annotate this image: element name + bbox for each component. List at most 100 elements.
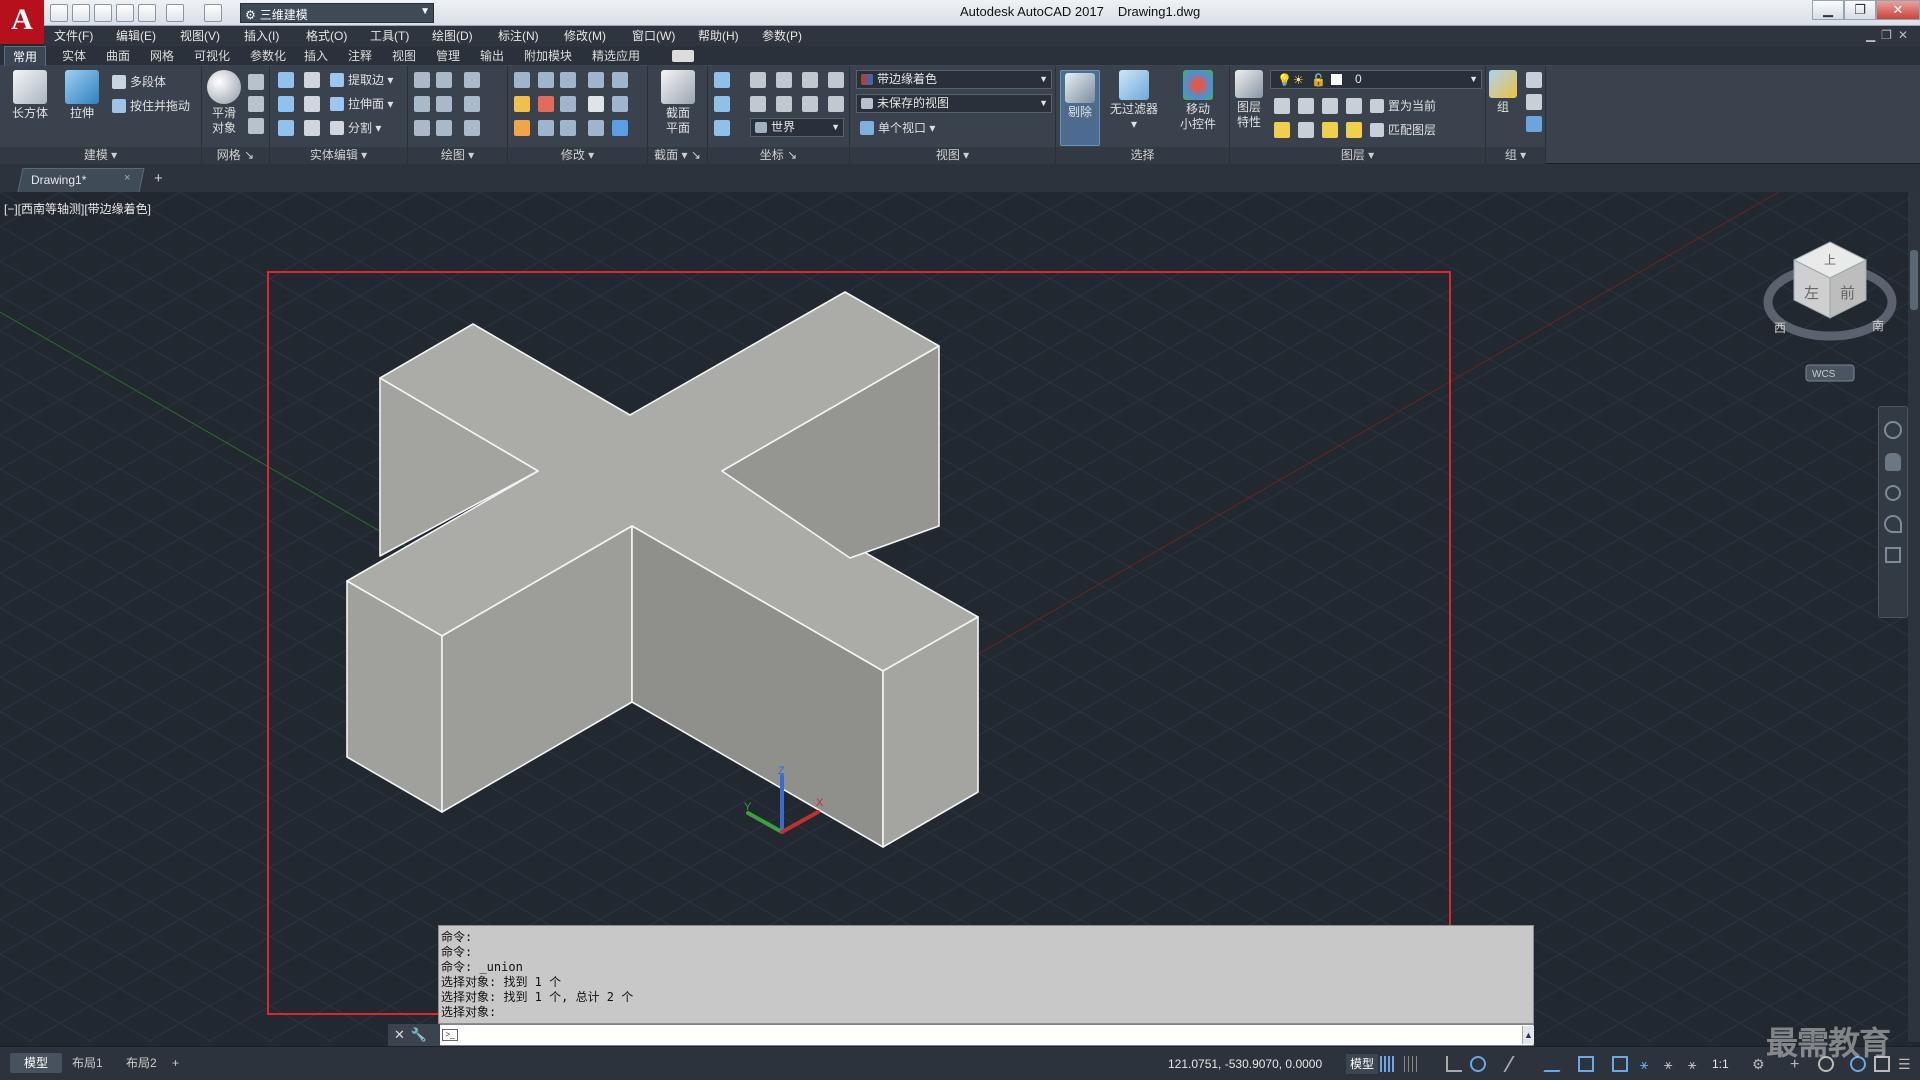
ortho-icon[interactable] bbox=[1446, 1056, 1462, 1072]
tab-output[interactable]: 输出 bbox=[478, 46, 506, 66]
slice-icon[interactable] bbox=[304, 96, 320, 112]
mesh-smooth-more-icon[interactable] bbox=[248, 74, 264, 90]
visual-style-combo[interactable]: 带边缘着色 ▼ bbox=[856, 70, 1052, 89]
panel-title-mesh[interactable]: 网格 ↘ bbox=[202, 147, 269, 164]
menu-draw[interactable]: 绘图(D) bbox=[432, 27, 473, 45]
grid-icon[interactable] bbox=[1380, 1056, 1396, 1072]
tab-surface[interactable]: 曲面 bbox=[104, 46, 132, 66]
new-tab-button[interactable]: + bbox=[154, 170, 163, 187]
menu-edit[interactable]: 编辑(E) bbox=[116, 27, 156, 45]
tab-home[interactable]: 常用 bbox=[4, 46, 47, 66]
snap-icon[interactable] bbox=[1404, 1056, 1420, 1072]
tab-addins[interactable]: 附加模块 bbox=[522, 46, 574, 66]
drawing-viewport[interactable]: Z Y X 上 左 前 西 南 WCS bbox=[0, 192, 1908, 1042]
open-file-icon[interactable] bbox=[72, 4, 90, 22]
mirror-3d-icon[interactable] bbox=[538, 96, 554, 112]
model-space-button[interactable]: 模型 bbox=[1346, 1054, 1379, 1074]
thicken-icon[interactable] bbox=[304, 120, 320, 136]
extrude-button[interactable]: 拉伸 bbox=[58, 70, 106, 121]
otrack-icon[interactable] bbox=[1543, 1056, 1569, 1072]
ucs-origin-icon[interactable] bbox=[776, 72, 792, 88]
dynamic-ucs-icon[interactable]: ⚹ bbox=[1640, 1056, 1656, 1072]
match-layer-button[interactable]: 匹配图层 bbox=[1370, 120, 1436, 140]
offset-icon[interactable] bbox=[560, 96, 576, 112]
chamfer-icon[interactable] bbox=[612, 96, 628, 112]
compass-west-label[interactable]: 西 bbox=[1774, 321, 1786, 335]
group-button[interactable]: 组 bbox=[1486, 70, 1520, 115]
undo-icon[interactable] bbox=[166, 4, 184, 22]
layer-combo[interactable]: 💡 ☀ 🔓 0 ▼ bbox=[1270, 70, 1482, 89]
tab-featured-apps[interactable]: 精选应用 bbox=[590, 46, 642, 66]
separate-button[interactable]: 分割 ▾ bbox=[330, 118, 381, 138]
rotate-3d-icon[interactable] bbox=[538, 72, 554, 88]
panel-title-view[interactable]: 视图 ▾ bbox=[850, 147, 1055, 164]
tab-solid[interactable]: 实体 bbox=[60, 46, 88, 66]
ucs-x-icon[interactable] bbox=[750, 96, 766, 112]
layer-properties-button[interactable]: 图层 特性 bbox=[1230, 70, 1268, 130]
polar-icon[interactable] bbox=[1470, 1056, 1486, 1072]
ucs-3point-icon[interactable] bbox=[776, 96, 792, 112]
stretch-icon[interactable] bbox=[560, 120, 576, 136]
ucs-icon-props[interactable] bbox=[714, 120, 730, 136]
new-file-icon[interactable] bbox=[50, 4, 68, 22]
presspull-button[interactable]: 按住并拖动 bbox=[112, 96, 190, 116]
copy-icon[interactable] bbox=[588, 96, 604, 112]
ribbon-toggle-icon[interactable] bbox=[672, 50, 694, 62]
ucs-named-icon[interactable] bbox=[714, 96, 730, 112]
intersect-icon[interactable] bbox=[278, 120, 294, 136]
group-select-icon[interactable] bbox=[1526, 116, 1542, 132]
culling-button[interactable]: 剔除 bbox=[1060, 70, 1100, 146]
panel-title-solid-editing[interactable]: 实体编辑 ▾ bbox=[270, 147, 407, 164]
viewport-canvas[interactable]: Z Y X 上 左 前 西 南 WCS bbox=[0, 192, 1908, 1042]
steering-wheel-icon[interactable] bbox=[1884, 421, 1902, 439]
orbit-icon[interactable] bbox=[1884, 515, 1902, 533]
restore-button[interactable]: ❐ bbox=[1844, 0, 1876, 20]
group-edit-icon[interactable] bbox=[1526, 94, 1542, 110]
panel-title-section[interactable]: 截面 ▾ ↘ bbox=[648, 147, 707, 164]
close-button[interactable]: ✕ bbox=[1876, 0, 1920, 20]
menu-modify[interactable]: 修改(M) bbox=[564, 27, 606, 45]
polyline-icon[interactable] bbox=[414, 72, 430, 88]
array-icon[interactable] bbox=[588, 72, 604, 88]
pan-hand-icon[interactable] bbox=[1885, 453, 1901, 471]
minimize-button[interactable]: ▁ bbox=[1812, 0, 1844, 20]
ucs-combo[interactable]: 世界 ▼ bbox=[750, 118, 844, 137]
panel-title-selection[interactable]: 选择 bbox=[1056, 147, 1229, 164]
compass-south-label[interactable]: 南 bbox=[1872, 318, 1884, 333]
menu-file[interactable]: 文件(F) bbox=[54, 27, 93, 45]
layer-off-icon[interactable] bbox=[1274, 98, 1290, 114]
showmotion-icon[interactable] bbox=[1885, 547, 1901, 563]
viewport-scroll-thumb[interactable] bbox=[1910, 250, 1918, 310]
annotation-scale[interactable]: 1:1 bbox=[1712, 1055, 1729, 1073]
document-window-controls[interactable]: ▁❐✕ bbox=[1866, 28, 1914, 42]
command-history-toggle[interactable]: ▲ bbox=[1522, 1026, 1534, 1044]
polysolid-button[interactable]: 多段体 bbox=[112, 72, 166, 92]
viewport-config-button[interactable]: 单个视口 ▾ bbox=[860, 118, 935, 138]
panel-title-draw[interactable]: 绘图 ▾ bbox=[408, 147, 507, 164]
ucs-object-icon[interactable] bbox=[802, 96, 818, 112]
layout-tab-model[interactable]: 模型 bbox=[10, 1053, 63, 1073]
print-icon[interactable] bbox=[138, 4, 156, 22]
section-plane-button[interactable]: 截面 平面 bbox=[654, 70, 702, 136]
tab-annotate[interactable]: 注释 bbox=[346, 46, 374, 66]
panel-title-coordinates[interactable]: 坐标 ↘ bbox=[708, 147, 849, 164]
coordinate-readout[interactable]: 121.0751, -530.9070, 0.0000 bbox=[1168, 1055, 1322, 1073]
panel-title-modeling[interactable]: 建模 ▾ bbox=[0, 147, 201, 164]
layout-tab-1[interactable]: 布局1 bbox=[58, 1053, 117, 1073]
redo-icon[interactable] bbox=[204, 4, 222, 22]
polygon-icon[interactable] bbox=[414, 120, 430, 136]
gizmo-status-icon[interactable]: ⚹ bbox=[1688, 1056, 1704, 1072]
tab-visualize[interactable]: 可视化 bbox=[192, 46, 232, 66]
align-icon[interactable] bbox=[538, 120, 554, 136]
union-icon[interactable] bbox=[278, 72, 294, 88]
layer-unisolate-icon[interactable] bbox=[1298, 122, 1314, 138]
layer-lock-icon[interactable] bbox=[1346, 98, 1362, 114]
3d-osnap-icon[interactable] bbox=[1612, 1056, 1628, 1072]
wrench-icon[interactable]: 🔧 bbox=[411, 1027, 433, 1042]
menu-format[interactable]: 格式(O) bbox=[306, 27, 347, 45]
layout-tab-2[interactable]: 布局2 bbox=[112, 1053, 171, 1073]
viewport-controls-label[interactable]: [−][西南等轴测][带边缘着色] bbox=[4, 200, 151, 217]
ucs-icon[interactable] bbox=[714, 72, 730, 88]
menu-help[interactable]: 帮助(H) bbox=[698, 27, 739, 45]
save-icon[interactable] bbox=[94, 4, 112, 22]
